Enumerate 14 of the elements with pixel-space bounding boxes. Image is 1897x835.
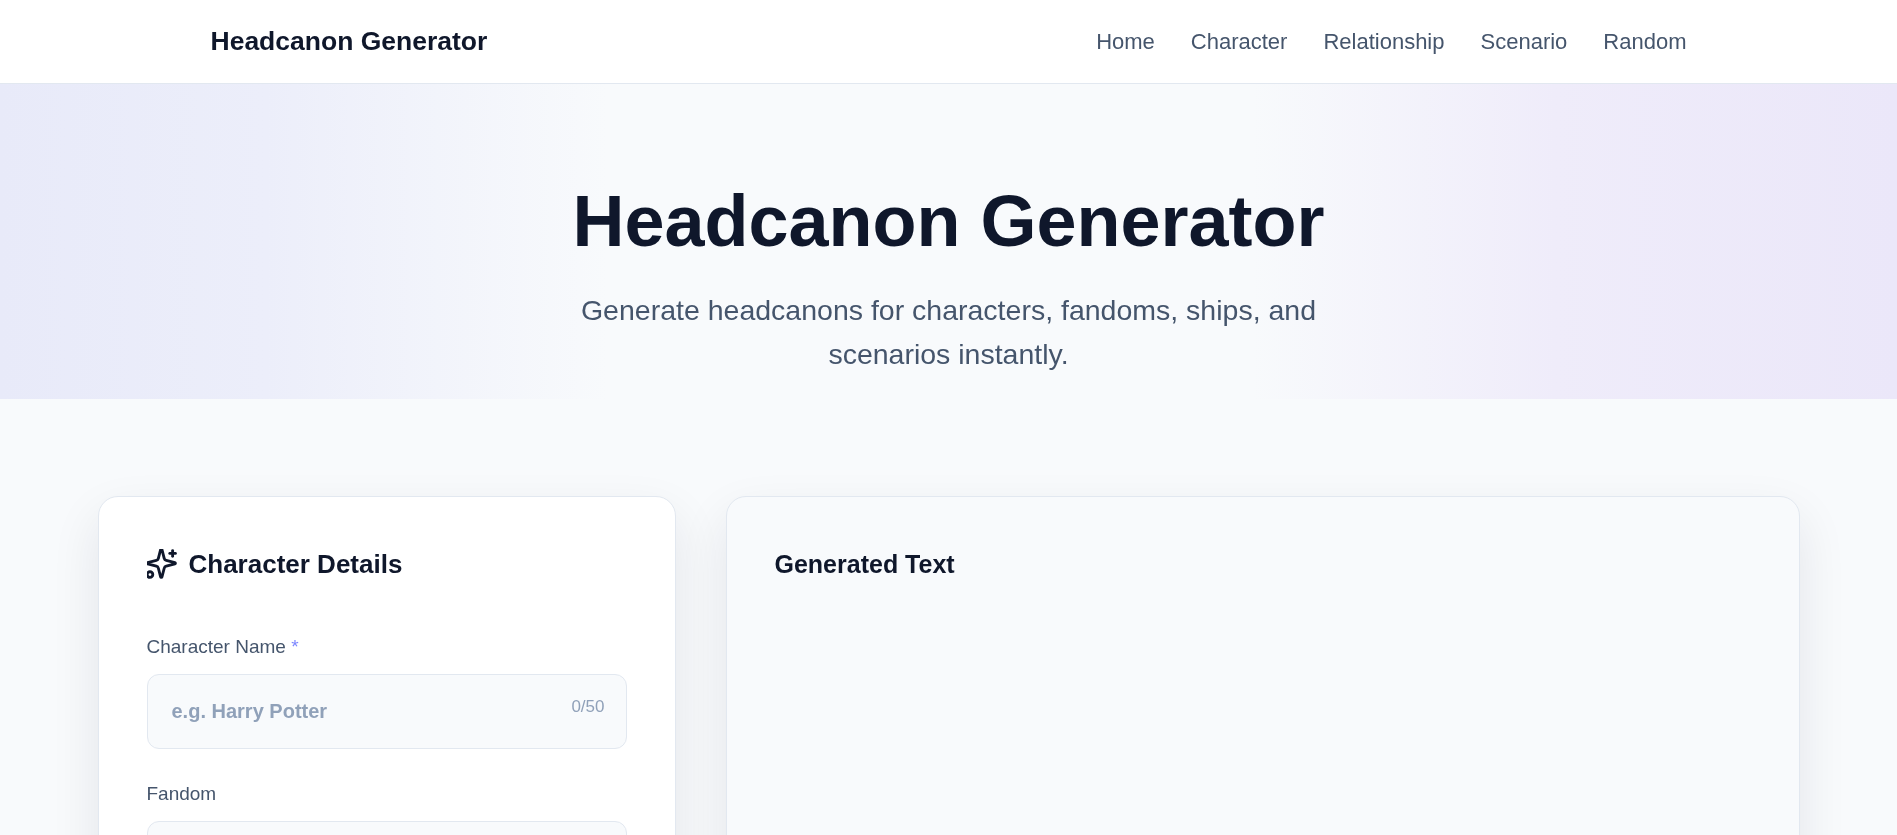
field-label: Fandom: [146, 782, 218, 806]
character-counter: 0/50: [571, 696, 605, 718]
nav-link[interactable]: Home: [1096, 25, 1155, 58]
sparkles-icon: [146, 549, 177, 579]
card-title: Generated Text: [774, 549, 956, 580]
hero-subtitle: Generate headcanons for characters, fandoms, ships, and scenarios instantly.: [579, 293, 1318, 372]
nav-link[interactable]: Scenario: [1480, 25, 1568, 58]
hero-title: Headcanon Generator: [572, 185, 1325, 257]
site-logo[interactable]: Headcanon Generator: [210, 21, 488, 62]
field-label: Character Name *: [146, 635, 300, 659]
card-title: Character Details: [188, 548, 403, 580]
nav-link[interactable]: Character: [1190, 25, 1288, 58]
nav-link[interactable]: Random: [1603, 25, 1687, 58]
nav-link[interactable]: Relationship: [1323, 25, 1445, 58]
